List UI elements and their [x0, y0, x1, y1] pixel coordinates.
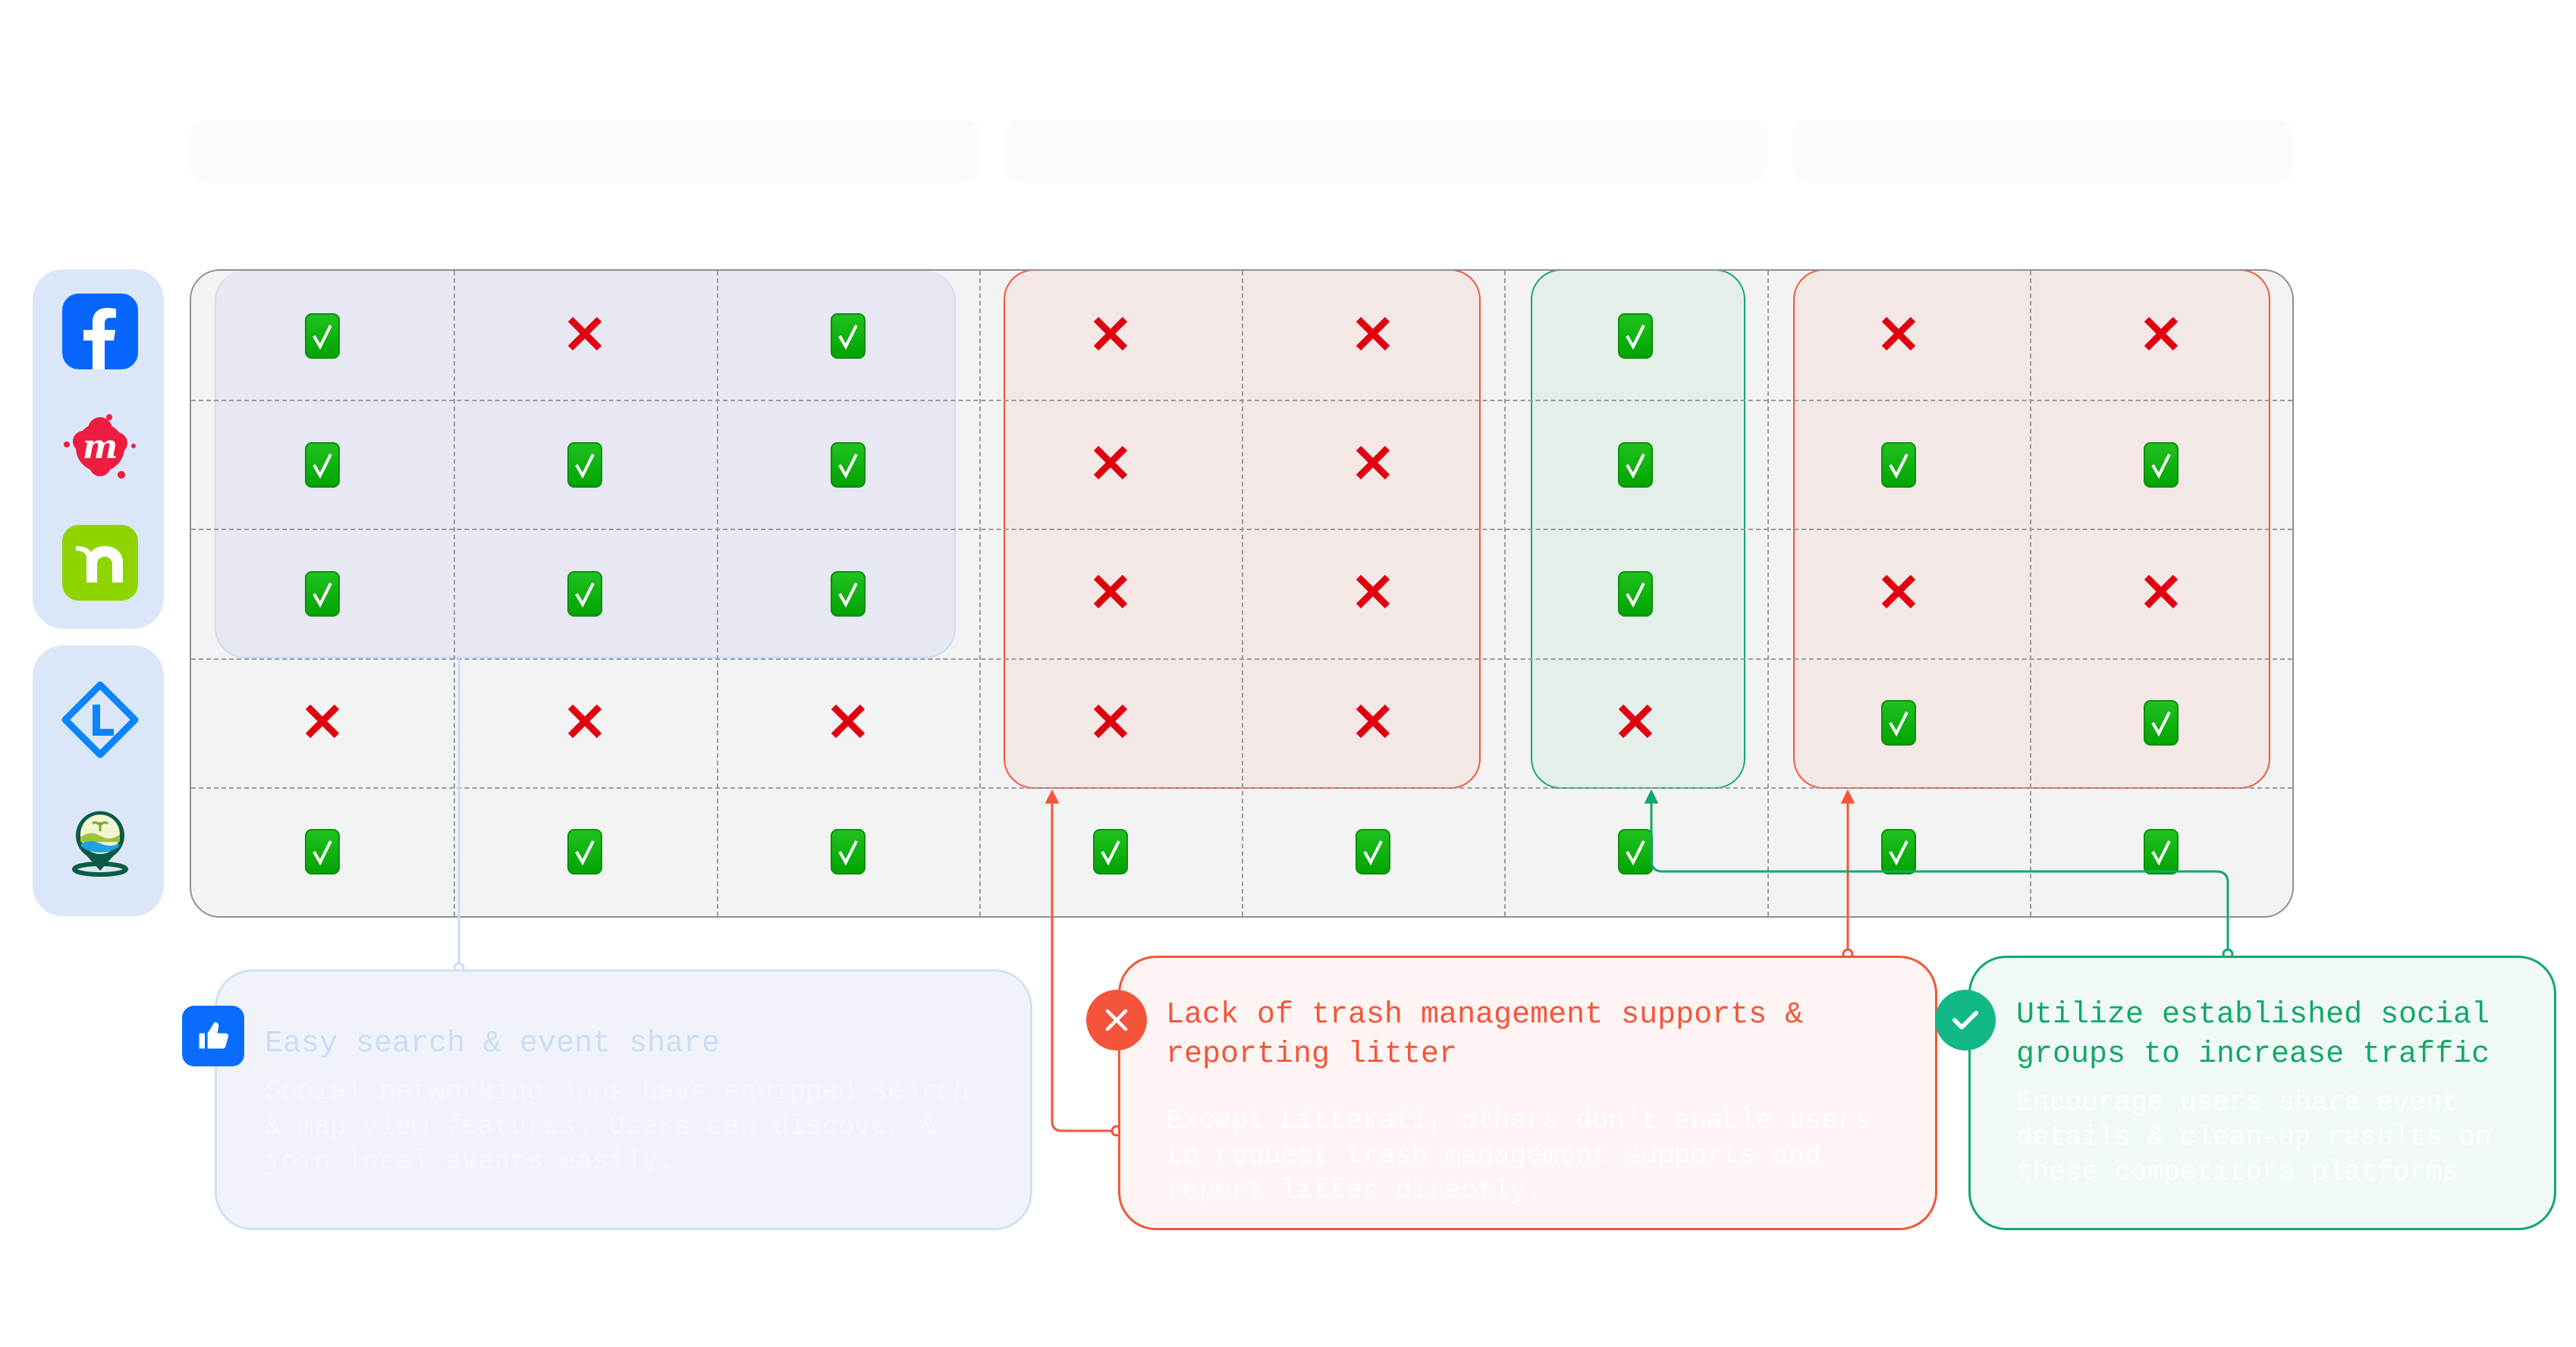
callout-opportunity-body: Encourage users share event details & cl…: [2016, 1087, 2492, 1188]
connector-positive: [453, 657, 465, 974]
callout-opportunity-title: Utilize established social groups to inc…: [2016, 998, 2490, 1072]
x-circle-icon: [1086, 990, 1147, 1050]
callout-negative-body: Except Litterati, others don't enable us…: [1166, 1105, 1871, 1206]
callout-opportunity: Utilize established social groups to inc…: [1968, 956, 2556, 1230]
thumbs-up-icon: [182, 1006, 244, 1066]
callout-positive: Easy search & event share Social network…: [215, 969, 1032, 1230]
callout-negative: Lack of trash management supports & repo…: [1118, 956, 1937, 1230]
connector-opportunity: [1644, 789, 2234, 960]
check-circle-icon: [1935, 990, 1996, 1050]
callout-negative-title: Lack of trash management supports & repo…: [1166, 998, 1804, 1072]
callout-positive-body: Social networking apps have equipped sea…: [265, 1076, 969, 1177]
callout-positive-title: Easy search & event share: [265, 1027, 721, 1061]
